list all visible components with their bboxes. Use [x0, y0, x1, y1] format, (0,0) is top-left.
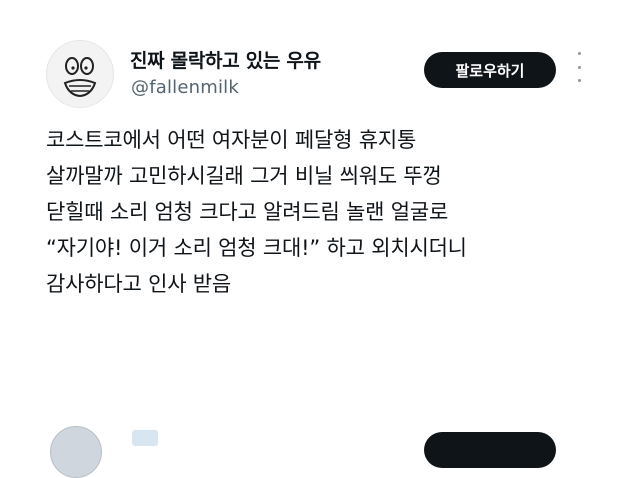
tweet-text: 코스트코에서 어떤 여자분이 페달형 휴지통 살까말까 고민하시길래 그거 비닐…: [46, 122, 626, 302]
follow-button[interactable]: 팔로우하기: [424, 52, 556, 88]
tweet-line: 살까말까 고민하시길래 그거 비닐 씌워도 뚜껑: [46, 164, 442, 188]
display-name[interactable]: 진짜 몰락하고 있는 우유: [130, 46, 321, 73]
tweet-line: “자기야! 이거 소리 엄청 크대!” 하고 외치시더니: [46, 236, 467, 260]
next-post-follow-button[interactable]: [424, 432, 556, 468]
tweet-line: 코스트코에서 어떤 여자분이 페달형 휴지통: [46, 128, 417, 152]
avatar[interactable]: [46, 40, 114, 108]
next-post-badge-icon: [132, 430, 158, 446]
cartoon-face-icon: [63, 57, 97, 98]
tweet-line: 감사하다고 인사 받음: [46, 272, 232, 296]
next-post-avatar[interactable]: [50, 426, 102, 478]
user-handle[interactable]: @fallenmilk: [131, 77, 239, 98]
more-options-icon[interactable]: [572, 52, 586, 82]
tweet-card: 진짜 몰락하고 있는 우유 @fallenmilk 팔로우하기 코스트코에서 어…: [0, 0, 640, 440]
tweet-line: 닫힐때 소리 엄청 크다고 알려드림 놀랜 얼굴로: [46, 200, 449, 224]
